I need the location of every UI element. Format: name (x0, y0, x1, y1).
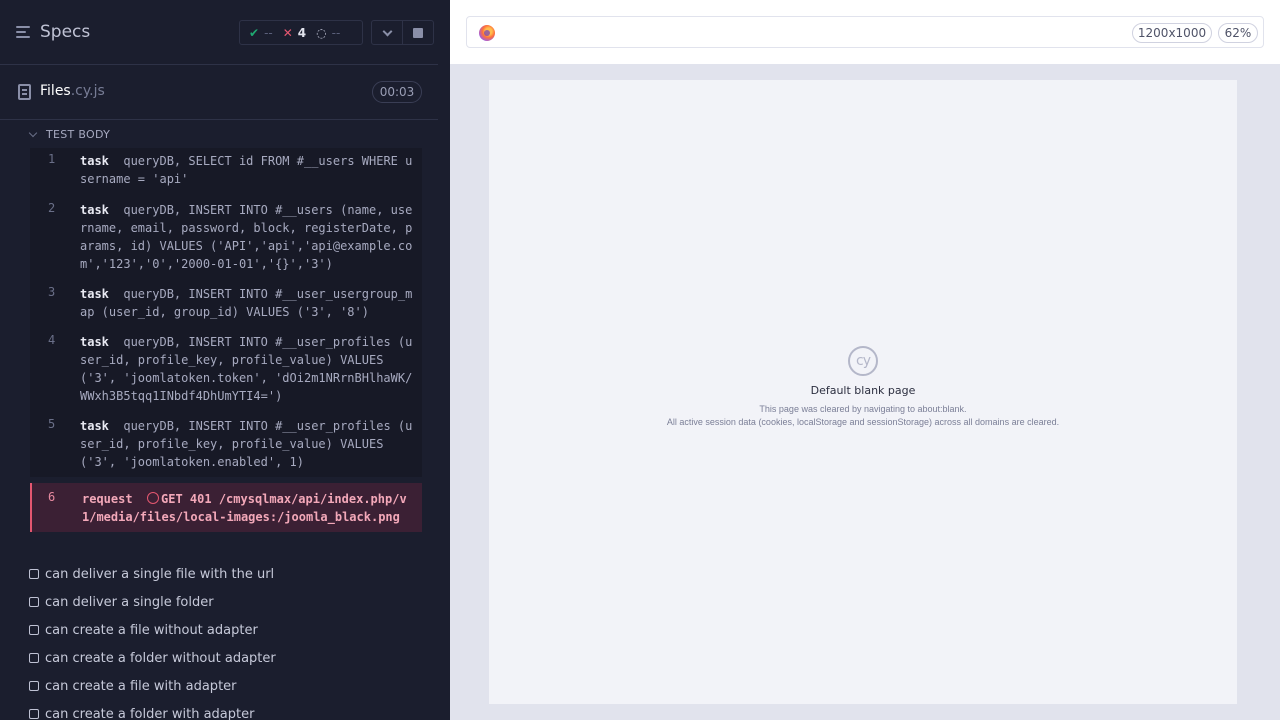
file-name-ext: .cy.js (70, 83, 105, 99)
test-body-label: TEST BODY (46, 128, 111, 141)
viewport-size-badge[interactable]: 1200x1000 (1132, 23, 1212, 43)
check-icon: ✔ (249, 25, 260, 40)
command-name: task (80, 203, 109, 217)
checkbox-icon (29, 625, 39, 635)
blank-page-title: Default blank page (810, 384, 916, 397)
stats-bar: ✔ -- ✕ 4 ◌ -- (239, 20, 363, 45)
command-row[interactable]: 4 task queryDB, INSERT INTO #__user_prof… (30, 325, 422, 409)
spec-file-name[interactable]: Files.cy.js (40, 83, 105, 99)
test-title: can create a folder with adapter (45, 706, 255, 720)
test-item[interactable]: can deliver a single folder (29, 588, 429, 616)
duration-badge: 00:03 (372, 81, 422, 103)
pending-count: -- (331, 25, 341, 40)
file-name-base: Files (40, 83, 71, 99)
command-name: task (80, 287, 109, 301)
checkbox-icon (29, 709, 39, 719)
command-name: task (80, 335, 109, 349)
command-name: request (82, 492, 133, 506)
app-under-test-panel: 1200x1000 62% cy Default blank page This… (450, 0, 1280, 720)
spinner-icon: ◌ (316, 25, 327, 40)
command-log: 1 task queryDB, SELECT id FROM #__users … (30, 148, 422, 532)
command-message: queryDB, INSERT INTO #__user_profiles (u… (80, 335, 413, 403)
command-name: task (80, 419, 109, 433)
failed-stat: ✕ 4 (283, 26, 306, 40)
test-list: can deliver a single file with the url c… (29, 560, 429, 720)
command-row[interactable]: 3 task queryDB, INSERT INTO #__user_user… (30, 277, 422, 325)
test-item[interactable]: can create a file with adapter (29, 672, 429, 700)
url-bar[interactable]: 1200x1000 62% (466, 16, 1264, 48)
menu-icon (16, 25, 32, 39)
command-number: 3 (48, 285, 56, 299)
zoom-level-badge[interactable]: 62% (1218, 23, 1258, 43)
command-message: queryDB, SELECT id FROM #__users WHERE u… (80, 154, 413, 186)
checkbox-icon (29, 681, 39, 691)
test-item[interactable]: can deliver a single file with the url (29, 560, 429, 588)
command-row[interactable]: 5 task queryDB, INSERT INTO #__user_prof… (30, 409, 422, 477)
test-title: can create a file without adapter (45, 622, 258, 638)
failed-circle-icon (147, 492, 160, 504)
command-row[interactable]: 1 task queryDB, SELECT id FROM #__users … (30, 148, 422, 192)
checkbox-icon (29, 597, 39, 607)
chevron-down-icon (382, 26, 393, 36)
firefox-icon[interactable] (479, 25, 495, 41)
reporter-header: Specs ✔ -- ✕ 4 ◌ -- (0, 0, 438, 65)
command-number: 1 (48, 152, 56, 166)
blank-page-message: cy Default blank page This page was clea… (489, 346, 1237, 429)
command-name: task (80, 154, 109, 168)
spec-file-header: Files.cy.js 00:03 (0, 65, 438, 120)
blank-page-line-2: All active session data (cookies, localS… (666, 417, 1060, 427)
test-title: can create a folder without adapter (45, 650, 276, 666)
chevron-down-icon (28, 128, 38, 138)
specs-label-text: Specs (40, 22, 91, 42)
checkbox-icon (29, 569, 39, 579)
test-item[interactable]: can create a folder with adapter (29, 700, 429, 720)
aut-iframe[interactable]: cy Default blank page This page was clea… (489, 80, 1237, 704)
stop-icon (413, 27, 424, 38)
failed-command-row[interactable]: 6 request GET 401 /cmysqlmax/api/index.p… (30, 483, 422, 532)
specs-link[interactable]: Specs (16, 22, 90, 42)
test-title: can create a file with adapter (45, 678, 237, 694)
document-icon (18, 84, 31, 100)
command-message: queryDB, INSERT INTO #__user_usergroup_m… (80, 287, 413, 319)
test-body-toggle[interactable]: TEST BODY (28, 128, 111, 141)
checkbox-icon (29, 653, 39, 663)
run-controls (371, 20, 434, 45)
command-message: queryDB, INSERT INTO #__user_profiles (u… (80, 419, 413, 469)
stop-button[interactable] (402, 21, 433, 44)
command-row[interactable]: 2 task queryDB, INSERT INTO #__users (na… (30, 192, 422, 277)
test-item[interactable]: can create a file without adapter (29, 616, 429, 644)
test-title: can deliver a single folder (45, 594, 214, 610)
passed-count: -- (264, 25, 273, 40)
aut-header: 1200x1000 62% (450, 0, 1280, 64)
command-message: queryDB, INSERT INTO #__users (name, use… (80, 203, 413, 271)
passed-stat: ✔ -- (249, 26, 273, 40)
expand-button[interactable] (372, 21, 402, 44)
command-number: 5 (48, 417, 56, 431)
test-item[interactable]: can create a folder without adapter (29, 644, 429, 672)
x-icon: ✕ (282, 25, 293, 40)
pending-stat: ◌ -- (316, 26, 340, 40)
command-number: 4 (48, 333, 56, 347)
failed-count: 4 (297, 25, 307, 40)
reporter-panel: Specs ✔ -- ✕ 4 ◌ -- Files.cy.js 00:03 TE… (0, 0, 438, 720)
cypress-logo-icon: cy (848, 346, 878, 376)
blank-page-line-1: This page was cleared by navigating to a… (759, 404, 967, 414)
command-number: 6 (48, 490, 56, 504)
test-title: can deliver a single file with the url (45, 566, 275, 582)
command-number: 2 (48, 201, 56, 215)
panel-resize-handle[interactable] (438, 0, 450, 720)
